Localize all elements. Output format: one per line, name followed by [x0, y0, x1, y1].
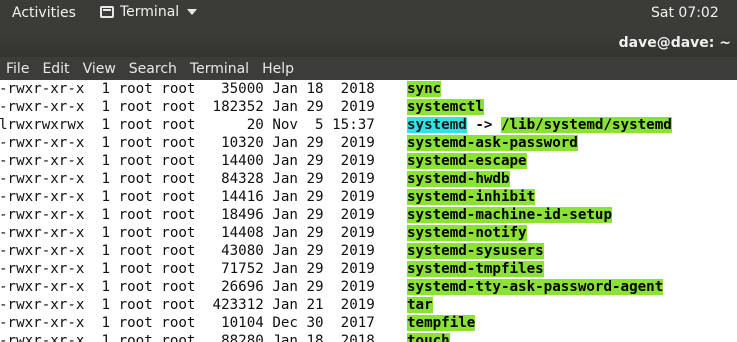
terminal-output[interactable]: -rwxr-xr-x 1 root root 35000 Jan 18 2018… [0, 80, 737, 342]
file-name: systemd-escape [407, 153, 527, 169]
file-name: systemctl [407, 99, 484, 115]
file-meta: -rwxr-xr-x 1 root root 182352 Jan 29 201… [0, 99, 375, 115]
file-name: systemd-inhibit [407, 189, 536, 205]
file-name: systemd-sysusers [407, 243, 544, 259]
window-title: dave@dave: ~ [618, 35, 731, 51]
listing-row: -rwxr-xr-x 1 root root 88280 Jan 18 2018… [0, 332, 737, 342]
file-name: systemd-notify [407, 225, 527, 241]
listing-row: -rwxr-xr-x 1 root root 10104 Dec 30 2017… [0, 314, 737, 332]
file-name: tempfile [407, 315, 476, 331]
file-name: touch [407, 333, 450, 342]
file-meta: lrwxrwxrwx 1 root root 20 Nov 5 15:37 [0, 117, 375, 133]
listing-row: -rwxr-xr-x 1 root root 182352 Jan 29 201… [0, 98, 737, 116]
file-name: sync [407, 81, 442, 97]
file-meta: -rwxr-xr-x 1 root root 84328 Jan 29 2019 [0, 171, 375, 187]
listing-row: lrwxrwxrwx 1 root root 20 Nov 5 15:37 sys… [0, 116, 737, 134]
file-meta: -rwxr-xr-x 1 root root 14416 Jan 29 2019 [0, 189, 375, 205]
menu-bar: File Edit View Search Terminal Help [0, 57, 737, 80]
menu-search[interactable]: Search [123, 61, 183, 77]
top-bar: Activities Terminal Sat 07:02 [0, 0, 737, 27]
symlink-target: /lib/systemd/systemd [500, 117, 672, 133]
menu-view[interactable]: View [77, 61, 122, 77]
menu-terminal[interactable]: Terminal [184, 61, 255, 77]
file-meta: -rwxr-xr-x 1 root root 26696 Jan 29 2019 [0, 279, 375, 295]
listing-row: -rwxr-xr-x 1 root root 35000 Jan 18 2018… [0, 80, 737, 98]
app-menu-button[interactable]: Terminal [100, 4, 198, 20]
file-meta: -rwxr-xr-x 1 root root 10320 Jan 29 2019 [0, 135, 375, 151]
file-name: systemd-ask-password [407, 135, 578, 151]
file-meta: -rwxr-xr-x 1 root root 14400 Jan 29 2019 [0, 153, 375, 169]
app-menu-label: Terminal [120, 4, 180, 20]
file-name: systemd-hwdb [407, 171, 510, 187]
file-meta: -rwxr-xr-x 1 root root 43080 Jan 29 2019 [0, 243, 375, 259]
file-meta: -rwxr-xr-x 1 root root 88280 Jan 18 2018 [0, 333, 375, 342]
file-meta: -rwxr-xr-x 1 root root 10104 Dec 30 2017 [0, 315, 375, 331]
file-meta: -rwxr-xr-x 1 root root 18496 Jan 29 2019 [0, 207, 375, 223]
listing-row: -rwxr-xr-x 1 root root 10320 Jan 29 2019… [0, 134, 737, 152]
chevron-down-icon [187, 9, 198, 15]
menu-file[interactable]: File [0, 61, 35, 77]
listing-row: -rwxr-xr-x 1 root root 423312 Jan 21 201… [0, 296, 737, 314]
terminal-icon [100, 6, 114, 18]
listing-row: -rwxr-xr-x 1 root root 14416 Jan 29 2019… [0, 188, 737, 206]
listing-row: -rwxr-xr-x 1 root root 71752 Jan 29 2019… [0, 260, 737, 278]
menu-help[interactable]: Help [256, 61, 300, 77]
listing-row: -rwxr-xr-x 1 root root 14408 Jan 29 2019… [0, 224, 737, 242]
file-meta: -rwxr-xr-x 1 root root 71752 Jan 29 2019 [0, 261, 375, 277]
listing-row: -rwxr-xr-x 1 root root 26696 Jan 29 2019… [0, 278, 737, 296]
menu-edit[interactable]: Edit [36, 61, 75, 77]
window-titlebar[interactable]: dave@dave: ~ [0, 27, 737, 57]
file-meta: -rwxr-xr-x 1 root root 14408 Jan 29 2019 [0, 225, 375, 241]
symlink-name: systemd [407, 117, 467, 133]
file-name: systemd-machine-id-setup [407, 207, 612, 223]
file-name: systemd-tty-ask-password-agent [407, 279, 664, 295]
activities-button[interactable]: Activities [12, 5, 76, 21]
file-meta: -rwxr-xr-x 1 root root 423312 Jan 21 201… [0, 297, 375, 313]
file-name: tar [407, 297, 433, 313]
listing-row: -rwxr-xr-x 1 root root 84328 Jan 29 2019… [0, 170, 737, 188]
file-meta: -rwxr-xr-x 1 root root 35000 Jan 18 2018 [0, 81, 375, 97]
listing-row: -rwxr-xr-x 1 root root 14400 Jan 29 2019… [0, 152, 737, 170]
listing-row: -rwxr-xr-x 1 root root 43080 Jan 29 2019… [0, 242, 737, 260]
clock[interactable]: Sat 07:02 [651, 5, 719, 21]
file-name: systemd-tmpfiles [407, 261, 544, 277]
symlink-arrow: -> [466, 117, 501, 133]
listing-row: -rwxr-xr-x 1 root root 18496 Jan 29 2019… [0, 206, 737, 224]
